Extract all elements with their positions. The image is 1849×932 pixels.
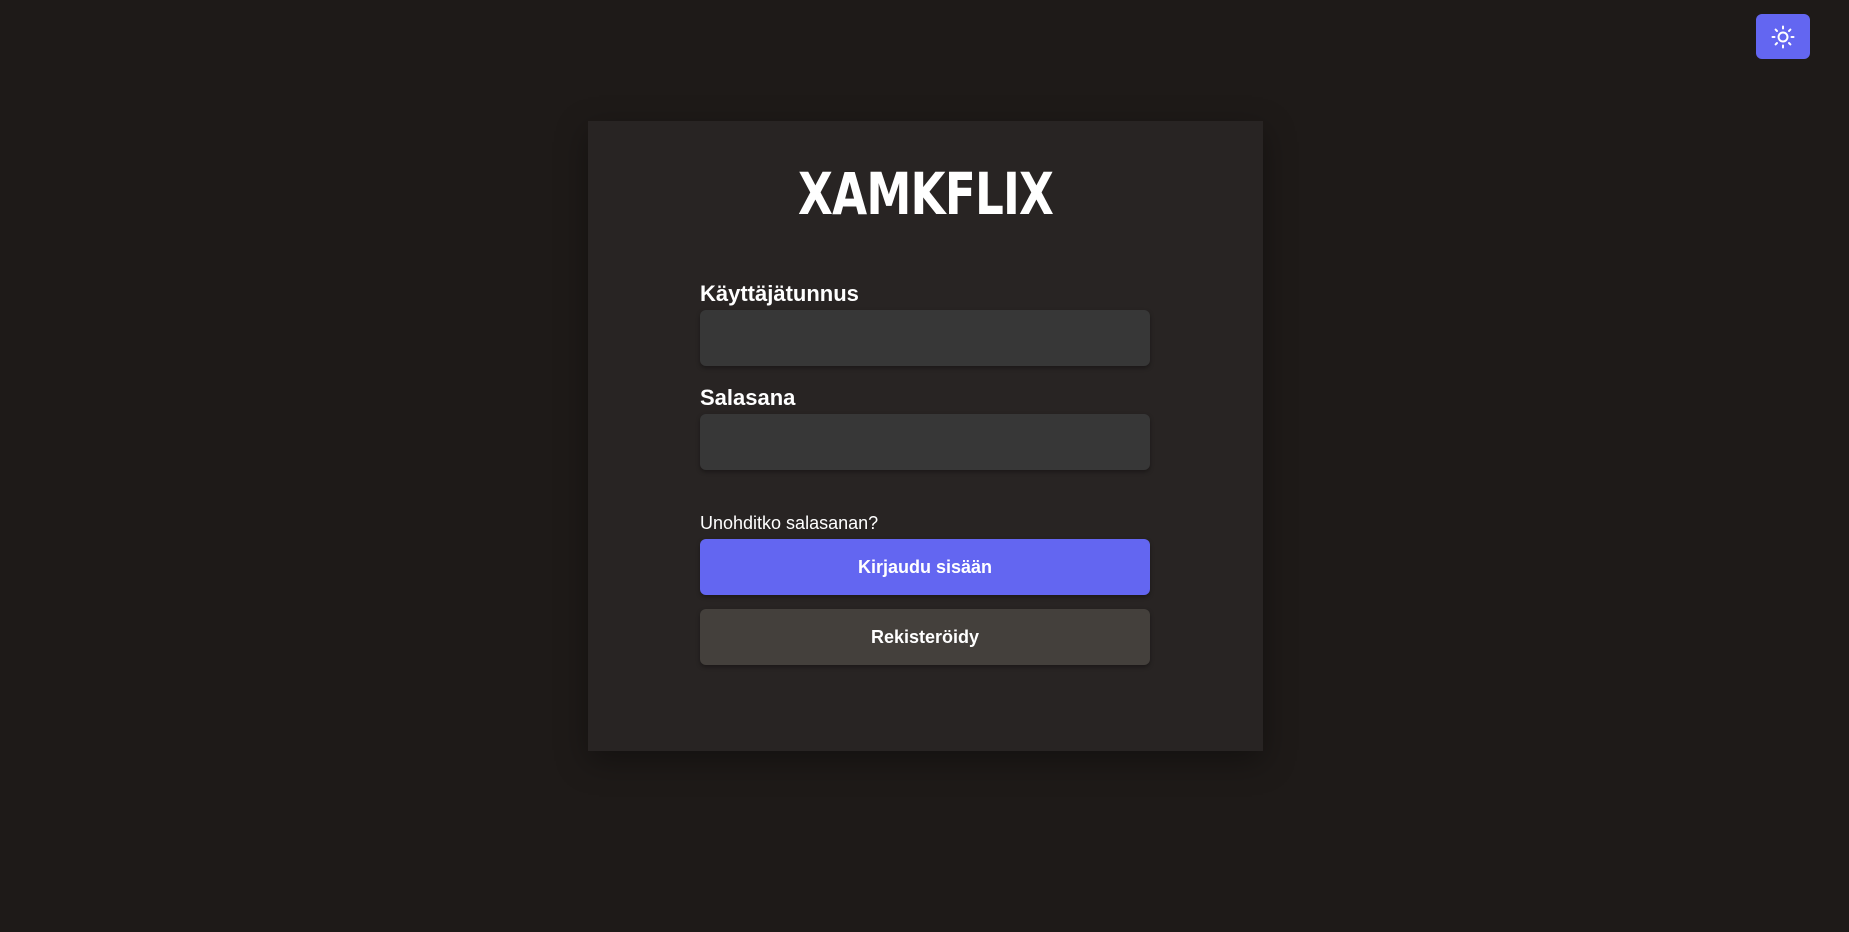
login-form: Käyttäjätunnus Salasana Unohditko salasa… (700, 281, 1150, 665)
password-input[interactable] (700, 414, 1150, 470)
login-card: XAMKFLIX Käyttäjätunnus Salasana Unohdit… (588, 121, 1263, 751)
theme-toggle-button[interactable] (1756, 14, 1810, 59)
login-button[interactable]: Kirjaudu sisään (700, 539, 1150, 595)
logo-text: XAMKFLIX (797, 160, 1054, 228)
forgot-password-link[interactable]: Unohditko salasanan? (700, 512, 1150, 534)
username-input[interactable] (700, 310, 1150, 366)
password-label: Salasana (700, 385, 796, 410)
register-button[interactable]: Rekisteröidy (700, 609, 1150, 665)
username-label: Käyttäjätunnus (700, 281, 859, 306)
sun-icon (1771, 25, 1795, 49)
xamkflix-logo: XAMKFLIX (588, 159, 1263, 229)
